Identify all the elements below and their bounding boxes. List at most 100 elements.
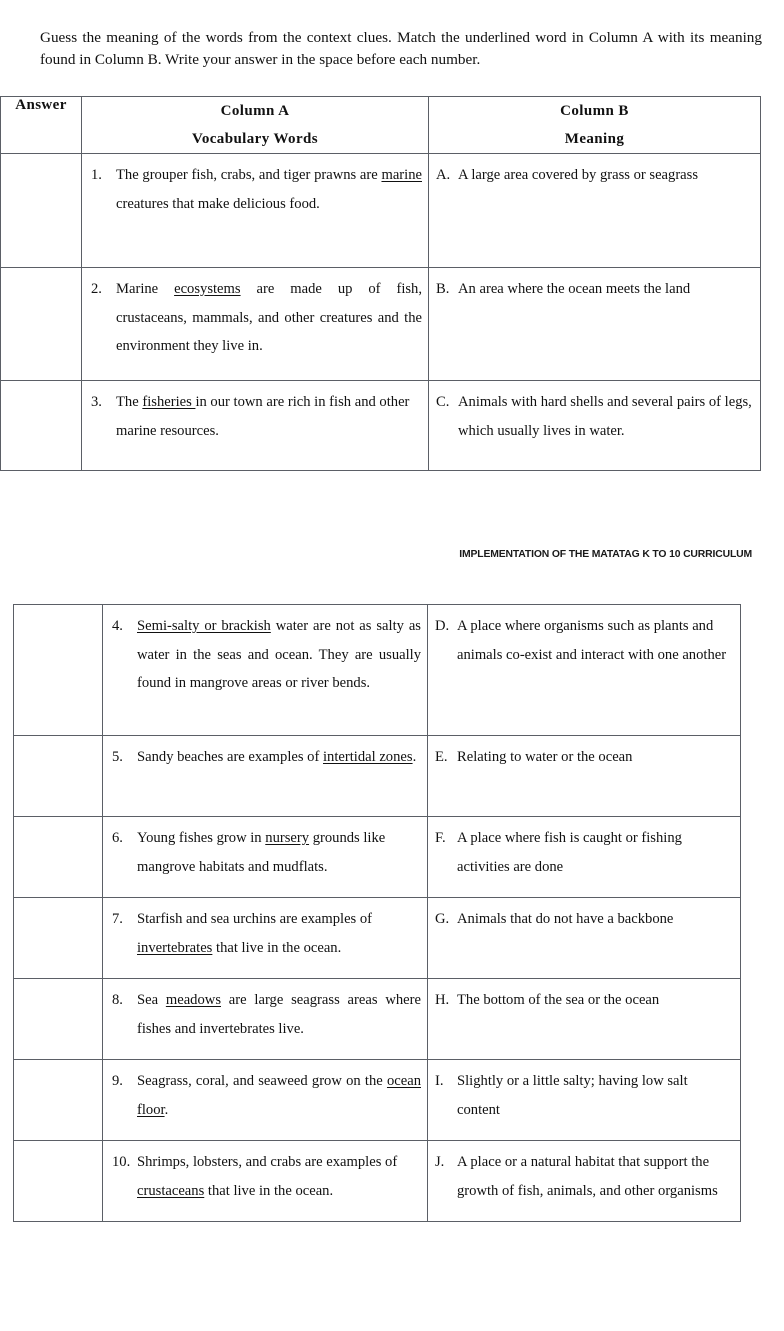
vocab-sentence-3: The fisheries in our town are rich in fi… xyxy=(116,394,410,439)
vocab-cell-3: 3. The fisheries in our town are rich in… xyxy=(81,380,429,471)
table-row: 8. Sea meadows are large seagrass areas … xyxy=(13,978,741,1060)
answer-blank-2[interactable] xyxy=(0,267,82,381)
meaning-cell-h: H. The bottom of the sea or the ocean xyxy=(427,978,741,1060)
vocab-sentence-7: Starfish and sea urchins are examples of… xyxy=(137,911,373,956)
matching-table-part-2: 4. Semi-salty or brackish water are not … xyxy=(13,604,741,1222)
header-answer: Answer xyxy=(0,96,82,154)
header-column-a-line2: Vocabulary Words xyxy=(191,131,318,147)
vocab-cell-8: 8. Sea meadows are large seagrass areas … xyxy=(102,978,428,1060)
meaning-cell-f: F. A place where fish is caught or fishi… xyxy=(427,816,741,898)
meaning-letter-h: H. xyxy=(435,992,450,1008)
meaning-text-g: Animals that do not have a backbone xyxy=(457,911,674,927)
answer-blank-8[interactable] xyxy=(13,978,103,1060)
table-row: 2. Marine ecosystems are made up of fish… xyxy=(0,267,761,381)
meaning-text-i: Slightly or a little salty; having low s… xyxy=(457,1073,688,1118)
vocab-sentence-4: Semi-salty or brackish water are not as … xyxy=(137,618,421,691)
item-number-5: 5. xyxy=(112,749,123,765)
table-row: 9. Seagrass, coral, and seaweed grow on … xyxy=(13,1059,741,1141)
vocab-cell-1: 1. The grouper fish, crabs, and tiger pr… xyxy=(81,153,429,268)
vocab-sentence-1: The grouper fish, crabs, and tiger prawn… xyxy=(116,167,422,212)
table-row: 3. The fisheries in our town are rich in… xyxy=(0,380,761,471)
item-number-4: 4. xyxy=(112,618,123,634)
meaning-letter-g: G. xyxy=(435,911,450,927)
meaning-text-j: A place or a natural habitat that suppor… xyxy=(457,1154,718,1199)
underlined-vocabulary-word: intertidal zones xyxy=(323,749,413,765)
meaning-cell-g: G. Animals that do not have a backbone xyxy=(427,897,741,979)
vocab-sentence-10: Shrimps, lobsters, and crabs are example… xyxy=(137,1154,398,1199)
answer-blank-9[interactable] xyxy=(13,1059,103,1141)
meaning-cell-e: E. Relating to water or the ocean xyxy=(427,735,741,817)
item-number-6: 6. xyxy=(112,830,123,846)
vocab-sentence-9: Seagrass, coral, and seaweed grow on the… xyxy=(137,1073,421,1118)
meaning-text-d: A place where organisms such as plants a… xyxy=(457,618,727,663)
meaning-text-c: Animals with hard shells and several pai… xyxy=(458,394,752,439)
answer-blank-10[interactable] xyxy=(13,1140,103,1222)
header-column-a: Column A Vocabulary Words xyxy=(81,96,429,154)
meaning-letter-a: A. xyxy=(436,167,451,183)
table-row: 5. Sandy beaches are examples of interti… xyxy=(13,735,741,817)
meaning-cell-c: C. Animals with hard shells and several … xyxy=(428,380,761,471)
vocab-cell-10: 10. Shrimps, lobsters, and crabs are exa… xyxy=(102,1140,428,1222)
meaning-letter-f: F. xyxy=(435,830,446,846)
meaning-text-h: The bottom of the sea or the ocean xyxy=(457,992,660,1008)
answer-blank-4[interactable] xyxy=(13,604,103,736)
table-row: 10. Shrimps, lobsters, and crabs are exa… xyxy=(13,1140,741,1222)
meaning-cell-b: B. An area where the ocean meets the lan… xyxy=(428,267,761,381)
instructions-paragraph: Guess the meaning of the words from the … xyxy=(40,29,762,68)
vocab-cell-7: 7. Starfish and sea urchins are examples… xyxy=(102,897,428,979)
meaning-letter-i: I. xyxy=(435,1073,444,1089)
underlined-vocabulary-word: meadows xyxy=(165,992,221,1008)
table-row: 6. Young fishes grow in nursery grounds … xyxy=(13,816,741,898)
table-body-part-2: 4. Semi-salty or brackish water are not … xyxy=(13,604,741,1222)
item-number-8: 8. xyxy=(112,992,123,1008)
header-column-b-line1: Column B xyxy=(560,103,629,119)
underlined-vocabulary-word: crustaceans xyxy=(137,1182,205,1199)
matching-table-part-1: Answer Column A Vocabulary Words Column … xyxy=(0,96,761,471)
meaning-cell-d: D. A place where organisms such as plant… xyxy=(427,604,741,736)
underlined-vocabulary-word: nursery xyxy=(265,830,310,846)
header-column-b-line2: Meaning xyxy=(564,131,625,147)
vocab-cell-4: 4. Semi-salty or brackish water are not … xyxy=(102,604,428,736)
meaning-letter-b: B. xyxy=(436,281,450,297)
vocab-cell-2: 2. Marine ecosystems are made up of fish… xyxy=(81,267,429,381)
meaning-letter-j: J. xyxy=(435,1154,445,1170)
meaning-cell-i: I. Slightly or a little salty; having lo… xyxy=(427,1059,741,1141)
item-number-10: 10. xyxy=(112,1154,131,1170)
answer-blank-3[interactable] xyxy=(0,380,82,471)
underlined-vocabulary-word: marine xyxy=(381,167,422,183)
answer-blank-1[interactable] xyxy=(0,153,82,268)
item-number-9: 9. xyxy=(112,1073,123,1089)
vocab-cell-9: 9. Seagrass, coral, and seaweed grow on … xyxy=(102,1059,428,1141)
underlined-vocabulary-word: Semi-salty or brackish xyxy=(137,618,271,634)
item-number-3: 3. xyxy=(91,394,102,410)
vocab-sentence-8: Sea meadows are large seagrass areas whe… xyxy=(137,992,421,1037)
running-head: IMPLEMENTATION OF THE MATATAG K TO 10 CU… xyxy=(459,549,752,560)
header-column-b: Column B Meaning xyxy=(428,96,761,154)
meaning-cell-j: J. A place or a natural habitat that sup… xyxy=(427,1140,741,1222)
table-row: 7. Starfish and sea urchins are examples… xyxy=(13,897,741,979)
vocab-sentence-5: Sandy beaches are examples of intertidal… xyxy=(137,749,417,765)
meaning-text-b: An area where the ocean meets the land xyxy=(458,281,691,297)
vocab-cell-6: 6. Young fishes grow in nursery grounds … xyxy=(102,816,428,898)
vocab-sentence-2: Marine ecosystems are made up of fish, c… xyxy=(116,281,422,354)
answer-blank-5[interactable] xyxy=(13,735,103,817)
table-header-row: Answer Column A Vocabulary Words Column … xyxy=(0,96,761,154)
meaning-letter-c: C. xyxy=(436,394,450,410)
answer-blank-7[interactable] xyxy=(13,897,103,979)
underlined-vocabulary-word: invertebrates xyxy=(137,939,213,956)
item-number-2: 2. xyxy=(91,281,102,297)
underlined-vocabulary-word: fisheries xyxy=(142,394,196,410)
meaning-text-e: Relating to water or the ocean xyxy=(457,749,633,765)
table-body-part-1: 1. The grouper fish, crabs, and tiger pr… xyxy=(0,153,761,471)
item-number-1: 1. xyxy=(91,167,102,183)
meaning-text-a: A large area covered by grass or seagras… xyxy=(458,167,699,183)
underlined-vocabulary-word: ocean floor xyxy=(137,1073,421,1118)
meaning-text-f: A place where fish is caught or fishing … xyxy=(457,830,682,875)
header-column-a-line1: Column A xyxy=(220,103,290,119)
table-row: 4. Semi-salty or brackish water are not … xyxy=(13,604,741,736)
item-number-7: 7. xyxy=(112,911,123,927)
vocab-sentence-6: Young fishes grow in nursery grounds lik… xyxy=(137,830,386,875)
answer-blank-6[interactable] xyxy=(13,816,103,898)
meaning-letter-e: E. xyxy=(435,749,448,765)
table-row: 1. The grouper fish, crabs, and tiger pr… xyxy=(0,153,761,268)
